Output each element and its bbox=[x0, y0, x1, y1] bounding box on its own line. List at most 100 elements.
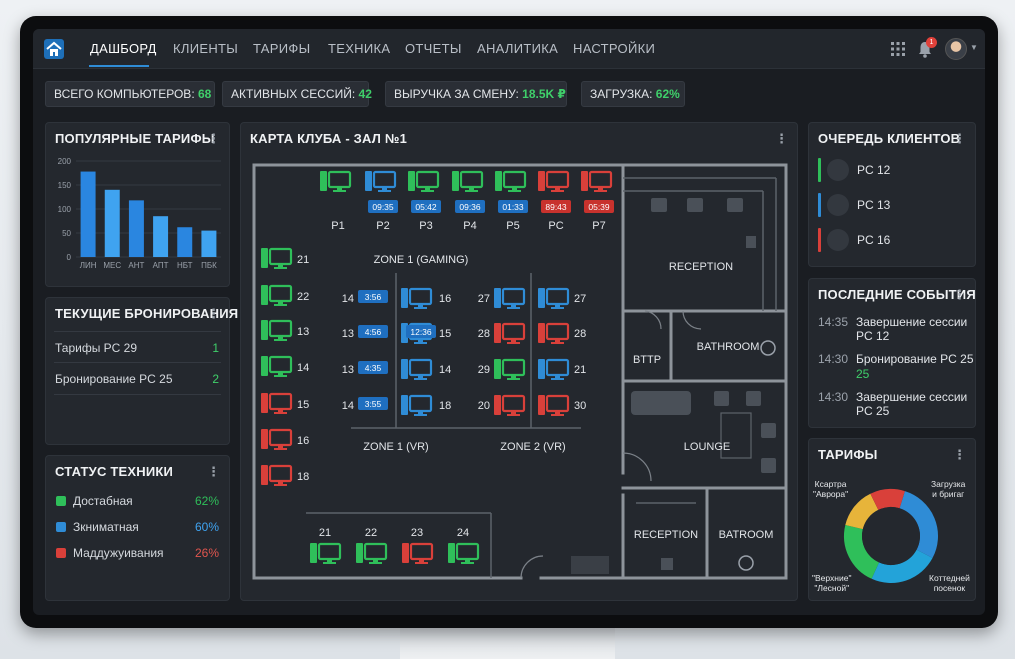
computer-vr1-16[interactable] bbox=[401, 287, 433, 309]
computer-left-21[interactable] bbox=[261, 247, 293, 269]
kebab-menu-icon[interactable]: ⋮ bbox=[953, 287, 966, 303]
kebab-menu-icon[interactable]: ⋮ bbox=[207, 131, 220, 147]
computer-vr2-21[interactable] bbox=[538, 358, 570, 380]
booking-label[interactable]: Тарифы PC 29 bbox=[55, 341, 137, 355]
bar[interactable] bbox=[201, 230, 217, 257]
computer-left-14[interactable] bbox=[261, 355, 293, 377]
kebab-menu-icon[interactable]: ⋮ bbox=[953, 131, 966, 147]
booking-label[interactable]: Бронирование PC 25 bbox=[55, 372, 173, 386]
computer-p7[interactable] bbox=[581, 170, 613, 192]
pc-tower bbox=[261, 429, 268, 449]
pc-stand bbox=[511, 304, 516, 307]
computer-left-15[interactable] bbox=[261, 392, 293, 414]
chair-icon bbox=[746, 236, 756, 248]
pc-monitor bbox=[459, 170, 484, 189]
event-text: Бронирование PC 25 bbox=[856, 352, 974, 366]
computer-p3[interactable] bbox=[408, 170, 440, 192]
computer-vr2-30[interactable] bbox=[538, 394, 570, 416]
computer-p4[interactable] bbox=[452, 170, 484, 192]
computer-left-22[interactable] bbox=[261, 284, 293, 306]
computer-bottom-24[interactable] bbox=[448, 542, 480, 564]
nav-clients[interactable]: КЛИЕНТЫ bbox=[173, 41, 238, 56]
computer-vr1-18[interactable] bbox=[401, 394, 433, 416]
computer-left-13[interactable] bbox=[261, 319, 293, 341]
panel-title: ПОПУЛЯРНЫЕ ТАРИФЫ bbox=[55, 131, 215, 146]
pc-base bbox=[421, 190, 434, 192]
pc-tower bbox=[581, 171, 588, 191]
computer-vr1-14[interactable] bbox=[401, 358, 433, 380]
avatar[interactable] bbox=[945, 38, 967, 60]
nav-settings[interactable]: НАСТРОЙКИ bbox=[573, 41, 655, 56]
kebab-menu-icon[interactable]: ⋮ bbox=[207, 306, 220, 322]
chair-icon bbox=[714, 391, 729, 406]
computer-left-16[interactable] bbox=[261, 428, 293, 450]
nav-reports[interactable]: ОТЧЕТЫ bbox=[405, 41, 462, 56]
status-dot bbox=[56, 548, 66, 558]
computer-left-18[interactable] bbox=[261, 464, 293, 486]
pc-base bbox=[414, 342, 427, 344]
equipment-value: 60% bbox=[194, 520, 219, 534]
notification-badge: 1 bbox=[926, 37, 937, 48]
queue-item-label[interactable]: PC 16 bbox=[857, 233, 890, 247]
pc-monitor bbox=[501, 322, 526, 341]
kebab-menu-icon[interactable]: ⋮ bbox=[207, 464, 220, 480]
computer-vr2-29[interactable] bbox=[494, 358, 526, 380]
pc-label: 28 bbox=[478, 328, 490, 340]
computer-vr2-27[interactable] bbox=[494, 287, 526, 309]
nav-equipment[interactable]: ТЕХНИКА bbox=[328, 41, 390, 56]
computer-bottom-22[interactable] bbox=[356, 542, 388, 564]
apps-grid-icon[interactable] bbox=[891, 42, 905, 56]
pc-base bbox=[507, 342, 520, 344]
bar[interactable] bbox=[177, 227, 193, 257]
door-arc bbox=[644, 310, 662, 330]
bar[interactable] bbox=[80, 171, 96, 257]
pc-stand bbox=[382, 187, 387, 190]
pc-base bbox=[378, 190, 391, 192]
home-icon[interactable] bbox=[43, 38, 65, 60]
pc-monitor bbox=[363, 542, 388, 561]
computer-p5[interactable] bbox=[495, 170, 527, 192]
queue-item-label[interactable]: PC 12 bbox=[857, 163, 890, 177]
nav-tariffs[interactable]: ТАРИФЫ bbox=[253, 41, 310, 56]
x-tick-label: АНТ bbox=[128, 261, 144, 270]
pc-label: 18 bbox=[439, 400, 451, 412]
nav-dashboard[interactable]: ДАШБОРД bbox=[90, 41, 157, 56]
pc-label: PC bbox=[548, 220, 563, 232]
nav-analytics[interactable]: АНАЛИТИКА bbox=[477, 41, 558, 56]
pie-slice[interactable] bbox=[870, 489, 905, 511]
equipment-value: 62% bbox=[194, 494, 219, 508]
computer-bottom-21[interactable] bbox=[310, 542, 342, 564]
pc-label: 14 bbox=[297, 362, 309, 374]
pc-tower bbox=[401, 359, 408, 379]
pc-tower bbox=[320, 171, 327, 191]
pc-stand bbox=[418, 304, 423, 307]
x-tick-label: ПБК bbox=[201, 261, 217, 270]
computer-p1[interactable] bbox=[320, 170, 352, 192]
pc-base bbox=[507, 307, 520, 309]
computer-vr2-20[interactable] bbox=[494, 394, 526, 416]
status-dot bbox=[56, 496, 66, 506]
stat-value: 42 bbox=[358, 87, 372, 101]
bar[interactable] bbox=[153, 216, 169, 257]
pc-label: P3 bbox=[419, 220, 432, 232]
bar[interactable] bbox=[104, 189, 120, 257]
pc-label: 13 bbox=[342, 328, 354, 340]
client-queue-panel: ОЧЕРЕДЬ КЛИЕНТОВ ⋮ PC 12 PC 13 PC 16 bbox=[808, 122, 976, 267]
pc-label: 24 bbox=[457, 527, 469, 539]
pc-tower bbox=[495, 171, 502, 191]
chair-icon bbox=[661, 558, 673, 570]
computer-vr2-27[interactable] bbox=[538, 287, 570, 309]
computer-pc[interactable] bbox=[538, 170, 570, 192]
queue-item-label[interactable]: PC 13 bbox=[857, 198, 890, 212]
pie-legend-label: "Верхние" "Лесной" bbox=[812, 573, 852, 593]
chevron-down-icon[interactable]: ▼ bbox=[970, 43, 978, 52]
computer-bottom-23[interactable] bbox=[402, 542, 434, 564]
computer-vr2-28[interactable] bbox=[494, 322, 526, 344]
pc-monitor bbox=[408, 394, 433, 413]
pc-monitor bbox=[545, 170, 570, 189]
stat-value: 62% bbox=[655, 87, 680, 101]
bar[interactable] bbox=[128, 200, 144, 257]
computer-vr2-28[interactable] bbox=[538, 322, 570, 344]
pc-label: 14 bbox=[342, 400, 354, 412]
computer-p2[interactable] bbox=[365, 170, 397, 192]
